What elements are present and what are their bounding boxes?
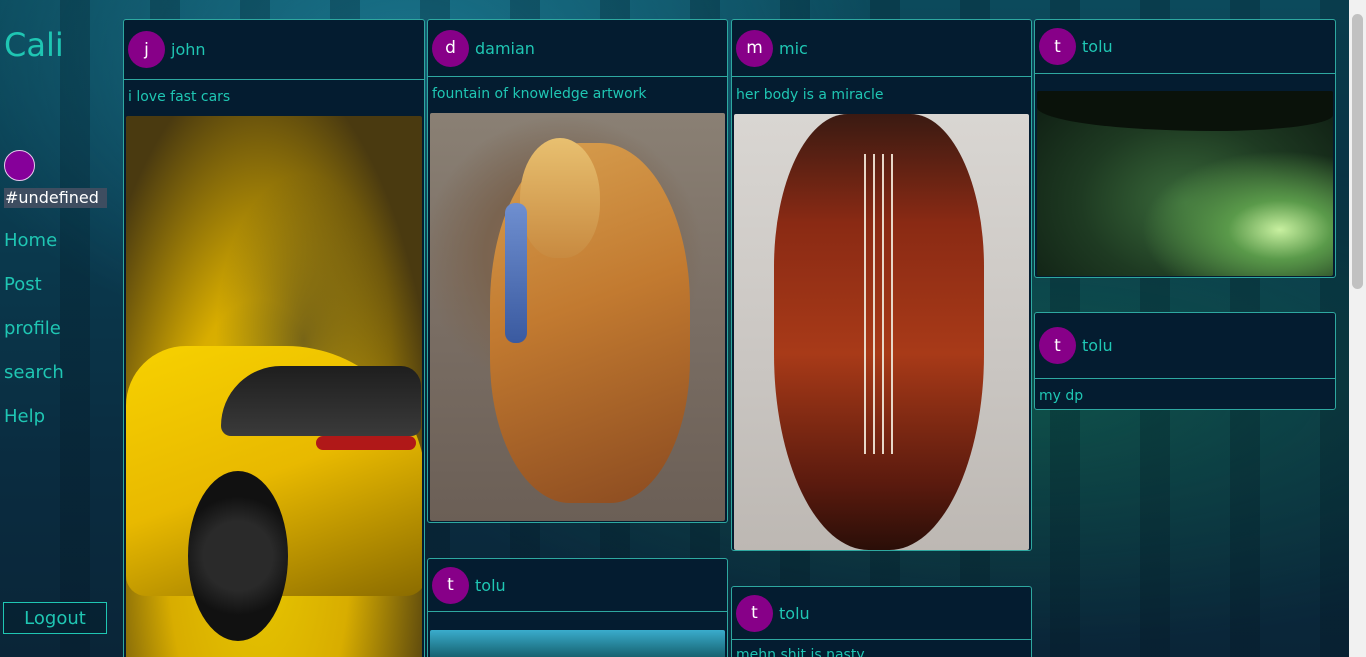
post-card: t tolu mehn shit is nasty [731, 586, 1032, 657]
sidebar-item-home[interactable]: Home [4, 230, 57, 251]
post-header: t tolu [732, 587, 1031, 640]
sidebar-item-post[interactable]: Post [4, 274, 42, 295]
post-caption: fountain of knowledge artwork [432, 86, 647, 102]
car-window [221, 366, 421, 436]
logout-button[interactable]: Logout [3, 602, 107, 634]
user-avatar[interactable] [4, 150, 35, 181]
forest-canopy [1037, 91, 1333, 131]
scrollbar-track[interactable] [1349, 0, 1366, 657]
post-username[interactable]: tolu [1082, 37, 1113, 56]
post-caption: my dp [1039, 388, 1084, 404]
post-caption: i love fast cars [128, 89, 231, 105]
post-header: d damian [428, 20, 727, 77]
sidebar-item-profile[interactable]: profile [4, 318, 61, 339]
post-avatar[interactable]: m [736, 29, 773, 67]
post-image[interactable] [430, 113, 725, 521]
post-caption: her body is a miracle [736, 87, 884, 103]
post-header: t tolu [428, 559, 727, 612]
post-image[interactable] [734, 114, 1029, 550]
post-image[interactable] [430, 630, 725, 657]
post-username[interactable]: john [171, 40, 206, 59]
post-image[interactable] [1037, 91, 1333, 276]
mother-face [520, 138, 600, 258]
post-card: t tolu [1034, 19, 1336, 278]
brand-logo[interactable]: Cali [4, 26, 64, 64]
post-card: d damian fountain of knowledge artwork [427, 19, 728, 523]
post-card: t tolu my dp [1034, 312, 1336, 410]
post-avatar[interactable]: j [128, 31, 165, 68]
post-header: m mic [732, 20, 1031, 77]
post-header: t tolu [1035, 313, 1335, 379]
post-avatar[interactable]: t [736, 594, 773, 632]
car-taillight [316, 436, 416, 450]
sidebar: Cali #undefined Home Post profile search… [0, 0, 118, 657]
water-stream [505, 203, 527, 343]
violin-strings [864, 154, 894, 454]
post-card: j john i love fast cars [123, 19, 425, 657]
post-username[interactable]: mic [779, 39, 808, 58]
post-caption: mehn shit is nasty [736, 647, 865, 657]
post-avatar[interactable]: t [432, 566, 469, 604]
post-card: m mic her body is a miracle [731, 19, 1032, 551]
post-avatar[interactable]: t [1039, 28, 1076, 65]
post-avatar[interactable]: d [432, 29, 469, 67]
post-username[interactable]: damian [475, 39, 535, 58]
scrollbar-thumb[interactable] [1352, 14, 1363, 289]
post-header: t tolu [1035, 20, 1335, 74]
sidebar-item-search[interactable]: search [4, 362, 64, 383]
car-wheel [188, 471, 288, 641]
post-avatar[interactable]: t [1039, 327, 1076, 364]
post-image[interactable] [126, 116, 422, 657]
username-tag: #undefined [4, 188, 107, 208]
post-username[interactable]: tolu [779, 604, 810, 623]
post-header: j john [124, 20, 424, 80]
post-username[interactable]: tolu [475, 576, 506, 595]
post-username[interactable]: tolu [1082, 336, 1113, 355]
post-card: t tolu [427, 558, 728, 657]
sidebar-item-help[interactable]: Help [4, 406, 45, 427]
